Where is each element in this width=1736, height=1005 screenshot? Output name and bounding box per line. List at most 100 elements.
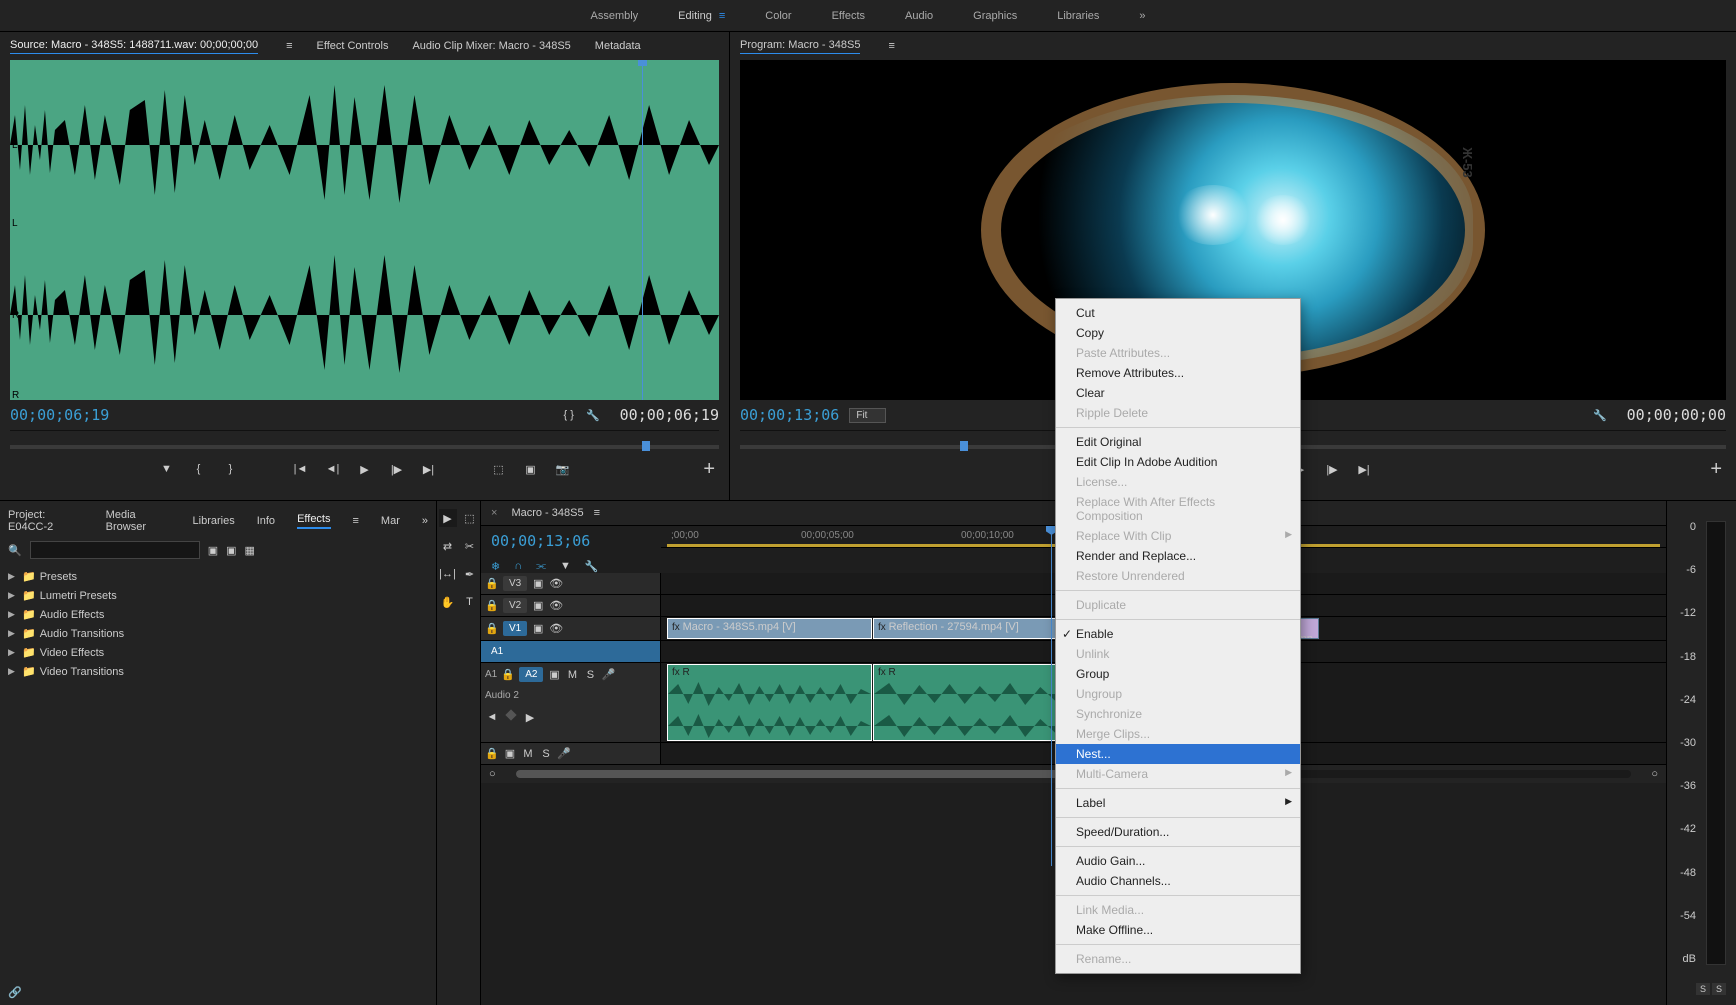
fx-folder-lumetri[interactable]: ▶📁Lumetri Presets [8,586,428,605]
keyframe-prev-icon[interactable]: ◄ [485,711,499,724]
lock-icon[interactable]: 🔒 [485,622,499,635]
program-tab[interactable]: Program: Macro - 348S5 [740,39,860,54]
source-waveform[interactable]: L L R R [10,60,719,400]
ctx-audio-channels[interactable]: Audio Channels... [1056,871,1300,891]
toggle-output-icon[interactable]: ▣ [531,622,545,635]
goto-out-icon[interactable]: ▶| [422,462,436,476]
type-tool-icon[interactable]: T [461,593,479,611]
track-a1-label[interactable]: A1 [485,644,509,659]
fx-badge-icon[interactable]: ▣ [208,544,218,557]
hand-tool-icon[interactable]: ✋ [439,593,457,611]
ctx-make-offline[interactable]: Make Offline... [1056,920,1300,940]
close-sequence-icon[interactable]: × [491,507,497,519]
overwrite-icon[interactable]: ▣ [524,462,538,476]
solo-button[interactable]: S [583,669,597,681]
ctx-copy[interactable]: Copy [1056,323,1300,343]
export-frame-icon[interactable]: 📷 [556,462,570,476]
keyframe-next-icon[interactable]: ▶ [523,711,537,724]
magnet-icon[interactable]: ∩ [514,560,522,573]
source-playhead[interactable] [642,60,643,400]
add-marker-icon[interactable]: ▼ [160,462,174,476]
eye-icon[interactable]: 👁 [549,622,563,635]
workspace-menu-icon[interactable]: ≡ [719,10,725,22]
ctx-speed-duration[interactable]: Speed/Duration... [1056,822,1300,842]
settings-icon[interactable]: 🔧 [585,560,599,573]
step-back-icon[interactable]: ◄| [326,462,340,476]
snap-icon[interactable]: ❄ [491,560,500,573]
mute-button[interactable]: M [521,748,535,760]
panel-menu-icon[interactable]: ≡ [353,515,359,527]
source-tc-left[interactable]: 00;00;06;19 [10,406,109,424]
solo-button[interactable]: S [539,748,553,760]
ctx-clear[interactable]: Clear [1056,383,1300,403]
markers-tab[interactable]: Mar [381,515,400,527]
mic-icon[interactable]: 🎤 [557,747,571,760]
meter-solo-r[interactable]: S [1712,983,1726,995]
info-tab[interactable]: Info [257,515,275,527]
overflow-icon[interactable]: » [422,515,428,527]
ctx-nest[interactable]: Nest... [1056,744,1300,764]
fx-badge-icon[interactable]: ▦ [245,544,255,557]
workspace-color[interactable]: Color [765,2,791,30]
meter-solo-l[interactable]: S [1696,983,1710,995]
ctx-label[interactable]: Label [1056,793,1300,813]
libraries-tab[interactable]: Libraries [193,515,235,527]
toggle-output-icon[interactable]: ▣ [531,599,545,612]
fx-folder-audio-fx[interactable]: ▶📁Audio Effects [8,605,428,624]
workspace-effects[interactable]: Effects [832,2,865,30]
effects-search-input[interactable] [30,541,200,559]
track-a2-label[interactable]: A2 [519,667,543,682]
effects-tab[interactable]: Effects [297,513,330,529]
ctx-remove-attributes[interactable]: Remove Attributes... [1056,363,1300,383]
meter-bar[interactable] [1706,521,1726,965]
ctx-cut[interactable]: Cut [1056,303,1300,323]
media-browser-tab[interactable]: Media Browser [106,509,171,533]
track-select-tool-icon[interactable]: ⬚ [461,509,479,527]
step-fwd-icon[interactable]: |▶ [390,462,404,476]
fx-folder-audio-trans[interactable]: ▶📁Audio Transitions [8,624,428,643]
program-tc-left[interactable]: 00;00;13;06 [740,406,839,424]
panel-menu-icon[interactable]: ≡ [594,507,600,519]
timeline-tc[interactable]: 00;00;13;06 [491,532,590,550]
insert-icon[interactable]: ⬚ [492,462,506,476]
mark-in-icon[interactable]: { [192,462,206,476]
fx-folder-presets[interactable]: ▶📁Presets [8,567,428,586]
workspace-audio[interactable]: Audio [905,2,933,30]
ctx-group[interactable]: Group [1056,664,1300,684]
source-ruler[interactable] [10,430,719,452]
lock-icon[interactable]: 🔒 [485,599,499,612]
zoom-select[interactable]: Fit [849,408,886,423]
timeline-playhead[interactable] [1051,526,1052,866]
ctx-audio-gain[interactable]: Audio Gain... [1056,851,1300,871]
slip-tool-icon[interactable]: |↔| [439,565,457,583]
track-v3-label[interactable]: V3 [503,576,527,591]
ctx-render-and-replace[interactable]: Render and Replace... [1056,546,1300,566]
razor-tool-icon[interactable]: ✂ [461,537,479,555]
mute-button[interactable]: M [565,669,579,681]
toggle-output-icon[interactable]: ▣ [531,577,545,590]
metadata-tab[interactable]: Metadata [595,40,641,52]
keyframe-add-icon[interactable] [505,709,516,720]
clip-v1-macro[interactable]: fx Macro - 348S5.mp4 [V] [667,618,872,639]
effect-controls-tab[interactable]: Effect Controls [317,40,389,52]
workspace-libraries[interactable]: Libraries [1057,2,1099,30]
add-button[interactable]: + [703,458,715,481]
workspace-editing[interactable]: Editing ≡ [678,2,725,30]
wrench-icon[interactable]: 🔧 [586,409,600,422]
selection-tool-icon[interactable]: ▶ [439,509,457,527]
workspace-overflow[interactable]: » [1139,10,1145,22]
audio-clip-mixer-tab[interactable]: Audio Clip Mixer: Macro - 348S5 [412,40,570,52]
ctx-edit-clip-in-adobe-audition[interactable]: Edit Clip In Adobe Audition [1056,452,1300,472]
goto-in-icon[interactable]: |◄ [294,462,308,476]
lock-icon[interactable]: 🔒 [501,668,515,681]
track-v1-label[interactable]: V1 [503,621,527,636]
fx-badge-icon[interactable]: ▣ [226,544,236,557]
wrench-icon[interactable]: 🔧 [1593,409,1607,422]
step-fwd-icon[interactable]: |▶ [1325,462,1339,476]
eye-icon[interactable]: 👁 [549,577,563,590]
mark-out-icon[interactable]: } [224,462,238,476]
toggle-output-icon[interactable]: ▣ [547,668,561,681]
source-tab[interactable]: Source: Macro - 348S5: 1488711.wav: 00;0… [10,39,258,54]
fx-folder-video-fx[interactable]: ▶📁Video Effects [8,643,428,662]
add-button[interactable]: + [1710,458,1722,481]
